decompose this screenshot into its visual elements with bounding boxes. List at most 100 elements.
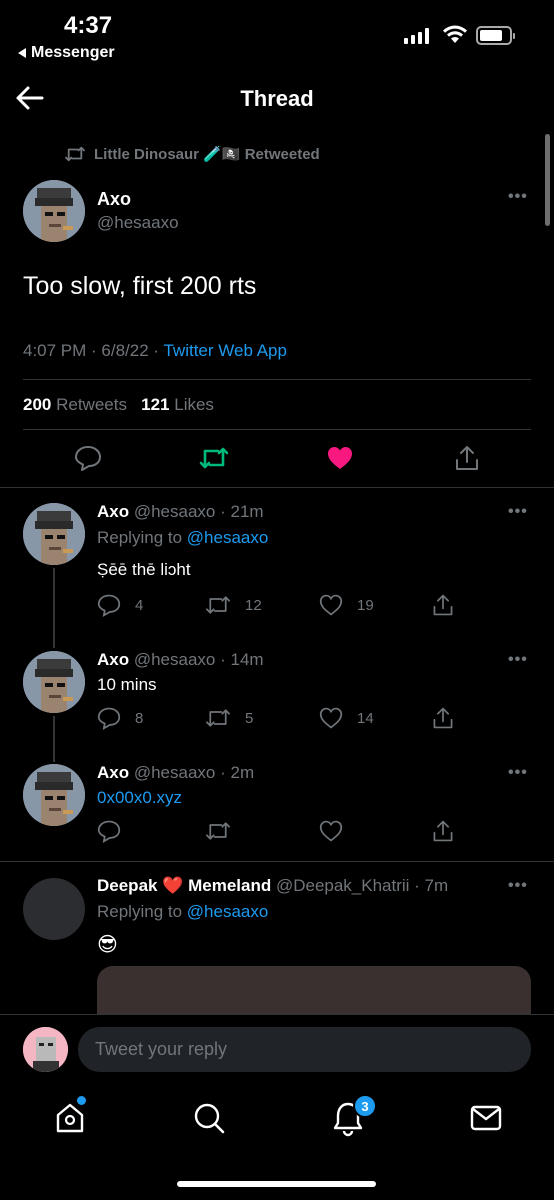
reply-count: 4 [135,596,144,614]
divider [0,861,554,862]
status-time: 4:37 [64,12,113,39]
reply-header[interactable]: Axo @hesaaxo · 14m [97,650,264,670]
retweet-icon [206,822,230,840]
thread-connector-line [53,716,55,762]
like-count[interactable]: 121 [141,395,169,414]
reply-header[interactable]: Axo @hesaaxo · 21m [97,502,264,522]
like-button[interactable] [319,819,357,843]
cellular-signal-icon [404,28,429,44]
tweet-timestamp: 4:07 PM · 6/8/22 · [23,341,164,360]
notifications-badge: 3 [353,1094,377,1118]
reply-text: Ṣēē thē liɔht [97,560,191,579]
main-tweet-actions [0,440,554,480]
like-button[interactable] [326,444,354,472]
reply-meta: @hesaaxo · 2m [129,763,255,782]
avatar[interactable] [23,503,85,565]
reply-count: 8 [135,709,144,727]
wifi-icon [443,25,467,43]
more-options-icon[interactable]: ••• [508,188,528,206]
reply-button[interactable] [97,819,135,843]
reply-meta: @Deepak_Khatrii · 7m [271,876,449,895]
retweeted-by-line[interactable]: Little Dinosaur 🧪🏴‍☠️ Retweeted [64,145,320,163]
replying-to-handle[interactable]: @hesaaxo [187,902,269,921]
reply-actions [97,819,477,847]
more-options-icon[interactable]: ••• [508,651,528,669]
more-options-icon[interactable]: ••• [508,764,528,782]
status-bar: 4:37 Messenger [0,0,554,70]
my-avatar[interactable] [23,1027,68,1072]
thread-connector-line [53,568,55,648]
share-icon[interactable] [431,819,455,843]
more-options-icon[interactable]: ••• [508,877,528,895]
replying-to-handle[interactable]: @hesaaxo [187,528,269,547]
reply-header[interactable]: Deepak ❤️ Memeland @Deepak_Khatrii · 7m [97,876,448,896]
reply-button[interactable]: 4 [97,593,143,617]
divider [23,429,531,430]
retweet-icon [65,146,85,162]
retweet-count: 5 [245,709,254,727]
reply-actions: 4 12 19 [97,593,477,621]
reply-author-name[interactable]: Axo [97,763,129,782]
reply-button[interactable] [74,444,102,472]
tweet-meta: 4:07 PM · 6/8/22 · Twitter Web App [23,341,287,361]
like-button[interactable]: 19 [319,593,374,617]
search-icon[interactable] [189,1098,229,1138]
tweet-text: Too slow, first 200 rts [23,272,257,300]
reply-icon [97,707,121,730]
reply-text: 10 mins [97,675,157,694]
retweet-icon [206,596,230,614]
retweets-label[interactable]: Retweets [51,395,127,414]
reply-meta: @hesaaxo · 14m [129,650,264,669]
reply-icon [97,820,121,843]
reply-text: 😎 [97,934,118,956]
avatar[interactable] [23,764,85,826]
heart-icon [319,820,343,842]
author-name[interactable]: Axo [97,189,131,210]
likes-label[interactable]: Likes [170,395,214,414]
messages-mail-icon[interactable] [466,1098,506,1138]
share-icon[interactable] [431,706,455,730]
tweet-source-link[interactable]: Twitter Web App [163,341,286,360]
avatar[interactable] [23,180,85,242]
back-to-app-link[interactable]: Messenger [18,44,115,62]
reply-meta: @hesaaxo · 21m [129,502,264,521]
reply-input[interactable] [78,1027,531,1072]
avatar[interactable] [23,878,85,940]
share-icon[interactable] [431,593,455,617]
back-triangle-icon [18,48,26,58]
retweet-icon [206,709,230,727]
retweeted-by-label: Little Dinosaur 🧪🏴‍☠️ Retweeted [94,146,320,163]
reply-author-name[interactable]: Axo [97,502,129,521]
reply-composer [0,1014,554,1084]
replying-to-line: Replying to @hesaaxo [97,528,268,548]
retweet-button[interactable]: 5 [205,706,253,730]
reply-link-text[interactable]: 0x00x0.xyz [97,788,182,808]
reply-header[interactable]: Axo @hesaaxo · 2m [97,763,254,783]
like-count: 14 [357,709,374,727]
like-button[interactable]: 14 [319,706,374,730]
battery-icon [476,26,515,45]
like-count: 19 [357,596,374,614]
retweet-button[interactable] [205,819,245,843]
avatar[interactable] [23,651,85,713]
home-indicator[interactable] [177,1181,376,1187]
reply-author-name[interactable]: Deepak ❤️ Memeland [97,876,271,895]
retweet-count: 12 [245,596,262,614]
divider [0,487,554,488]
retweet-button[interactable]: 12 [205,593,262,617]
back-app-label: Messenger [31,44,115,61]
scrollbar[interactable] [545,134,550,226]
reply-author-name[interactable]: Axo [97,650,129,669]
replying-to-label: Replying to [97,528,187,547]
author-handle[interactable]: @hesaaxo [97,213,179,233]
divider [23,379,531,380]
retweet-button[interactable] [199,444,229,472]
more-options-icon[interactable]: ••• [508,503,528,521]
reply-button[interactable]: 8 [97,706,143,730]
heart-icon [319,594,343,616]
replying-to-line: Replying to @hesaaxo [97,902,268,922]
share-button[interactable] [453,444,481,472]
thread-header: Thread [0,70,554,130]
retweet-count[interactable]: 200 [23,395,51,414]
heart-icon [319,707,343,729]
